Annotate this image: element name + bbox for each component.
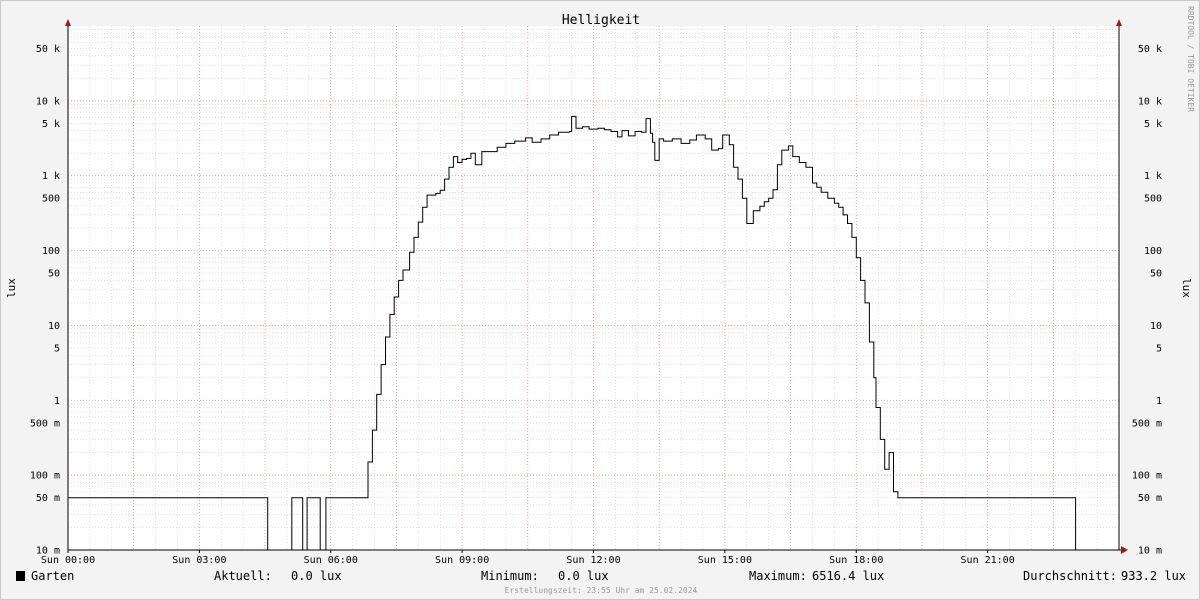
x-tick-label: Sun 15:00	[698, 555, 752, 566]
y-tick-label-right: 5	[1156, 343, 1162, 354]
y-tick-label: 50 m	[36, 493, 60, 504]
legend-avg-label: Durchschnitt:	[1023, 569, 1117, 583]
y-tick-label-right: 10	[1150, 321, 1162, 332]
rrdtool-credit: RRDTOOL / TOBI OETIKER	[1186, 6, 1195, 112]
y-tick-label: 50	[48, 269, 60, 280]
y-axis-label: lux	[5, 278, 18, 298]
y-tick-label: 500 m	[30, 418, 60, 429]
y-tick-label-right: 500	[1144, 194, 1162, 205]
plot-area	[68, 26, 1121, 550]
legend-min-label: Minimum:	[481, 569, 539, 583]
y-tick-label-right: 5 k	[1144, 119, 1162, 130]
chart-title: Helligkeit	[562, 13, 640, 28]
y-tick-label-right: 100 m	[1132, 471, 1162, 482]
legend-min-value: 0.0 lux	[558, 569, 609, 583]
legend-current-label: Aktuell:	[214, 569, 272, 583]
x-axis-arrow-icon	[1121, 546, 1128, 554]
y-tick-label: 1 k	[42, 171, 60, 182]
legend-max-label: Maximum:	[749, 569, 807, 583]
x-tick-label: Sun 00:00	[41, 555, 95, 566]
y-tick-label-right: 1	[1156, 396, 1162, 407]
legend-current-value: 0.0 lux	[291, 569, 342, 583]
y-axis-label-right: lux	[1180, 278, 1193, 298]
y-tick-label: 50 k	[36, 44, 60, 55]
y-tick-label-right: 10 m	[1138, 546, 1162, 557]
y-tick-label: 10 m	[36, 546, 60, 557]
x-tick-label: Sun 21:00	[961, 555, 1015, 566]
y-axis-arrow-icon	[65, 19, 71, 26]
y-tick-label-right: 100	[1144, 246, 1162, 257]
legend-max-value: 6516.4 lux	[812, 569, 884, 583]
x-tick-label: Sun 03:00	[172, 555, 226, 566]
y-tick-label-right: 50	[1150, 269, 1162, 280]
y-tick-label-right: 50 m	[1138, 493, 1162, 504]
y-tick-label: 500	[42, 194, 60, 205]
creation-time-footer: Erstellungszeit: 23:55 Uhr am 25.02.2024	[505, 586, 698, 595]
x-tick-label: Sun 12:00	[566, 555, 620, 566]
legend: Garten Aktuell: 0.0 lux Minimum: 0.0 lux…	[16, 569, 1186, 583]
y-tick-label: 5 k	[42, 119, 60, 130]
y-tick-label: 5	[54, 343, 60, 354]
y-axis-right-arrow-icon	[1116, 19, 1122, 26]
legend-series-name: Garten	[31, 569, 74, 583]
y-tick-label: 10 k	[36, 96, 60, 107]
x-tick-label: Sun 06:00	[304, 555, 358, 566]
y-tick-label-right: 50 k	[1138, 44, 1162, 55]
y-tick-label: 10	[48, 321, 60, 332]
graph-frame: Sun 00:00 Sun 03:00 Sun 06:00 Sun 09:00 Sun …	[0, 0, 1200, 600]
x-tick-label: Sun 09:00	[435, 555, 489, 566]
legend-swatch	[16, 571, 25, 581]
legend-avg-value: 933.2 lux	[1121, 569, 1186, 583]
y-tick-label-right: 500 m	[1132, 418, 1162, 429]
x-tick-label: Sun 18:00	[829, 555, 883, 566]
brightness-chart: Sun 00:00 Sun 03:00 Sun 06:00 Sun 09:00 Sun …	[5, 6, 1195, 595]
y-tick-label: 100 m	[30, 471, 60, 482]
y-tick-label-right: 1 k	[1144, 171, 1162, 182]
y-tick-label-right: 10 k	[1138, 96, 1162, 107]
y-tick-label: 100	[42, 246, 60, 257]
y-tick-label: 1	[54, 396, 60, 407]
